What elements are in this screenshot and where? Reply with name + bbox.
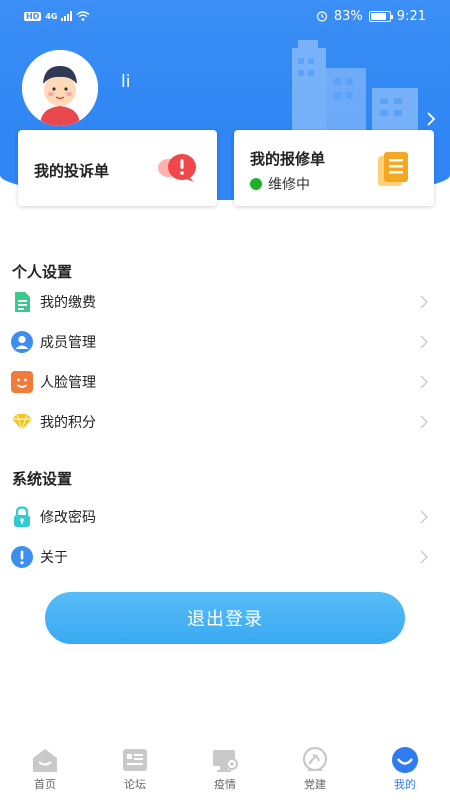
hd-badge: HD <box>24 11 42 21</box>
status-dot <box>250 178 262 190</box>
chevron-right-icon <box>420 550 428 564</box>
menu-item-label: 关于 <box>40 550 68 566</box>
user-icon <box>11 331 33 353</box>
face-icon <box>11 371 33 393</box>
nav-forum[interactable]: 论坛 <box>90 744 180 800</box>
network-type: 4G <box>45 11 58 21</box>
bill-icon <box>15 292 30 312</box>
info-icon <box>11 546 33 568</box>
chevron-right-icon <box>420 415 428 429</box>
nav-label: 首页 <box>34 778 56 791</box>
signal-icon <box>61 11 73 21</box>
nav-label: 疫情 <box>214 778 236 791</box>
menu-item-change-password[interactable]: 修改密码 <box>0 497 450 537</box>
chevron-right-icon <box>420 295 428 309</box>
complaint-icon <box>156 152 200 184</box>
nav-party-building[interactable]: 党建 <box>270 744 360 800</box>
menu-item-label: 我的积分 <box>40 415 96 431</box>
wifi-icon <box>77 11 90 21</box>
nav-label: 我的 <box>394 778 416 791</box>
card-title: 我的报修单 <box>250 150 326 168</box>
avatar[interactable] <box>22 50 98 126</box>
personal-settings-title: 个人设置 <box>12 263 73 281</box>
alarm-icon <box>316 11 327 22</box>
logout-button[interactable]: 退出登录 <box>45 592 405 644</box>
status-bar: HD 4G 83% 9:21 <box>0 0 450 32</box>
menu-item-label: 成员管理 <box>40 335 96 351</box>
menu-item-label: 我的缴费 <box>40 295 96 311</box>
menu-item-label: 修改密码 <box>40 510 96 526</box>
profile-icon <box>392 747 418 773</box>
status-text: 维修中 <box>268 177 310 193</box>
bottom-nav: 首页 论坛 疫情 党建 我的 <box>0 744 450 800</box>
menu-item-about[interactable]: 关于 <box>0 537 450 577</box>
nav-profile[interactable]: 我的 <box>360 744 450 800</box>
username[interactable]: li <box>121 72 130 92</box>
diamond-icon <box>12 413 32 432</box>
clock: 9:21 <box>396 8 426 24</box>
menu-item-payment[interactable]: 我的缴费 <box>0 282 450 322</box>
nav-home[interactable]: 首页 <box>0 744 90 800</box>
forum-icon <box>123 749 147 771</box>
chevron-right-icon <box>420 375 428 389</box>
nav-epidemic[interactable]: 疫情 <box>180 744 270 800</box>
nav-label: 党建 <box>304 778 326 791</box>
epidemic-icon <box>213 750 238 772</box>
nav-label: 论坛 <box>124 778 146 791</box>
my-complaints-card[interactable]: 我的投诉单 <box>18 130 217 206</box>
system-settings-title: 系统设置 <box>12 470 73 488</box>
battery-icon <box>368 10 393 22</box>
battery-percent: 83% <box>333 8 363 24</box>
home-icon <box>33 749 57 772</box>
menu-item-points[interactable]: 我的积分 <box>0 402 450 442</box>
menu-item-face[interactable]: 人脸管理 <box>0 362 450 402</box>
buildings-illustration <box>292 40 418 138</box>
repair-document-icon <box>376 150 412 188</box>
menu-item-members[interactable]: 成员管理 <box>0 322 450 362</box>
card-title: 我的投诉单 <box>34 162 110 180</box>
avatar-illustration <box>22 50 98 126</box>
menu-item-label: 人脸管理 <box>40 375 96 391</box>
party-building-icon <box>302 746 328 772</box>
repair-status: 维修中 <box>250 174 310 194</box>
chevron-right-icon[interactable] <box>426 112 436 126</box>
chevron-right-icon <box>420 510 428 524</box>
lock-icon <box>14 506 30 527</box>
my-repairs-card[interactable]: 我的报修单 维修中 <box>234 130 434 206</box>
chevron-right-icon <box>420 335 428 349</box>
